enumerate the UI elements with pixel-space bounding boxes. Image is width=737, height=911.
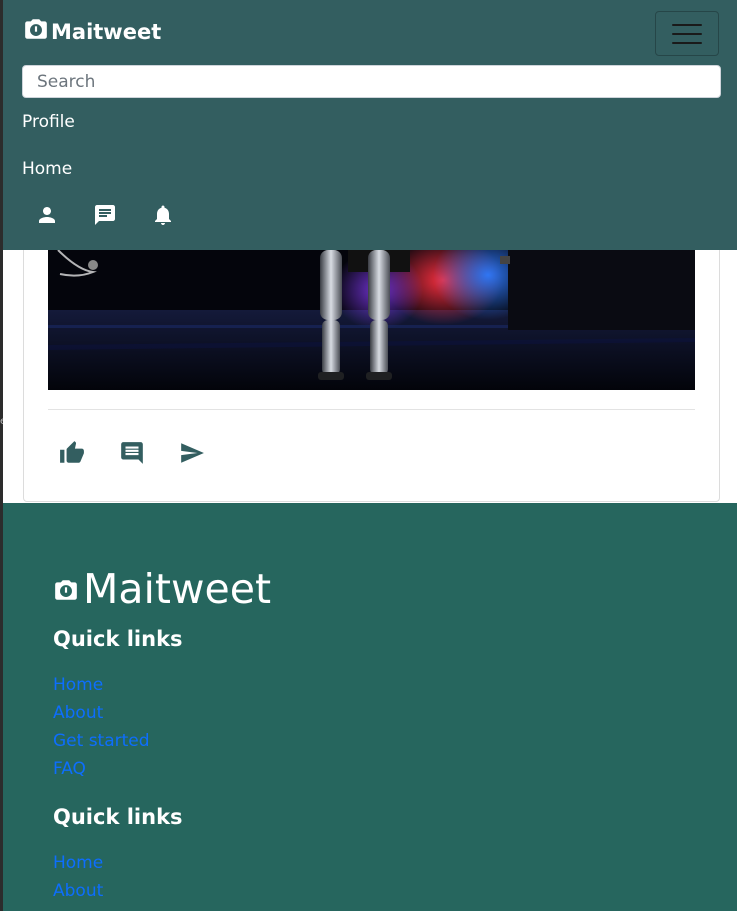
footer-brand[interactable]: Maitweet xyxy=(53,565,271,613)
hamburger-icon-bar xyxy=(672,41,702,44)
navbar-icon-group xyxy=(35,203,175,227)
bell-icon[interactable] xyxy=(151,203,175,227)
page-footer: Maitweet Quick links Home About Get star… xyxy=(3,503,737,911)
footer-brand-label: Maitweet xyxy=(83,565,272,613)
footer-link-get-started[interactable]: Get started xyxy=(53,731,150,751)
camera-icon xyxy=(23,16,49,47)
person-icon[interactable] xyxy=(35,203,59,227)
footer-link-about[interactable]: About xyxy=(53,881,103,901)
post-action-bar xyxy=(59,440,205,466)
nav-link-home[interactable]: Home xyxy=(22,159,72,179)
card-divider xyxy=(48,409,695,410)
like-icon[interactable] xyxy=(59,440,85,466)
comment-icon[interactable] xyxy=(119,440,145,466)
footer-heading: Quick links xyxy=(53,805,183,829)
hamburger-icon-bar xyxy=(672,32,702,35)
robot-photo xyxy=(48,250,695,390)
page: Maitweet Profile Home xyxy=(3,0,737,911)
chat-icon[interactable] xyxy=(93,203,117,227)
post-image[interactable] xyxy=(48,250,695,390)
nav-link-profile[interactable]: Profile xyxy=(22,112,75,132)
footer-heading: Quick links xyxy=(53,627,183,651)
footer-link-home[interactable]: Home xyxy=(53,853,103,873)
send-icon[interactable] xyxy=(179,440,205,466)
search-input[interactable] xyxy=(22,65,721,98)
hamburger-icon xyxy=(672,23,702,26)
navbar-brand-label: Maitweet xyxy=(51,19,162,44)
camera-icon xyxy=(53,565,79,613)
footer-link-home[interactable]: Home xyxy=(53,675,103,695)
navbar-brand[interactable]: Maitweet xyxy=(23,16,161,47)
top-navbar: Maitweet Profile Home xyxy=(3,0,737,250)
footer-link-faq[interactable]: FAQ xyxy=(53,759,86,779)
footer-link-about[interactable]: About xyxy=(53,703,103,723)
navbar-toggler-button[interactable] xyxy=(655,11,719,56)
